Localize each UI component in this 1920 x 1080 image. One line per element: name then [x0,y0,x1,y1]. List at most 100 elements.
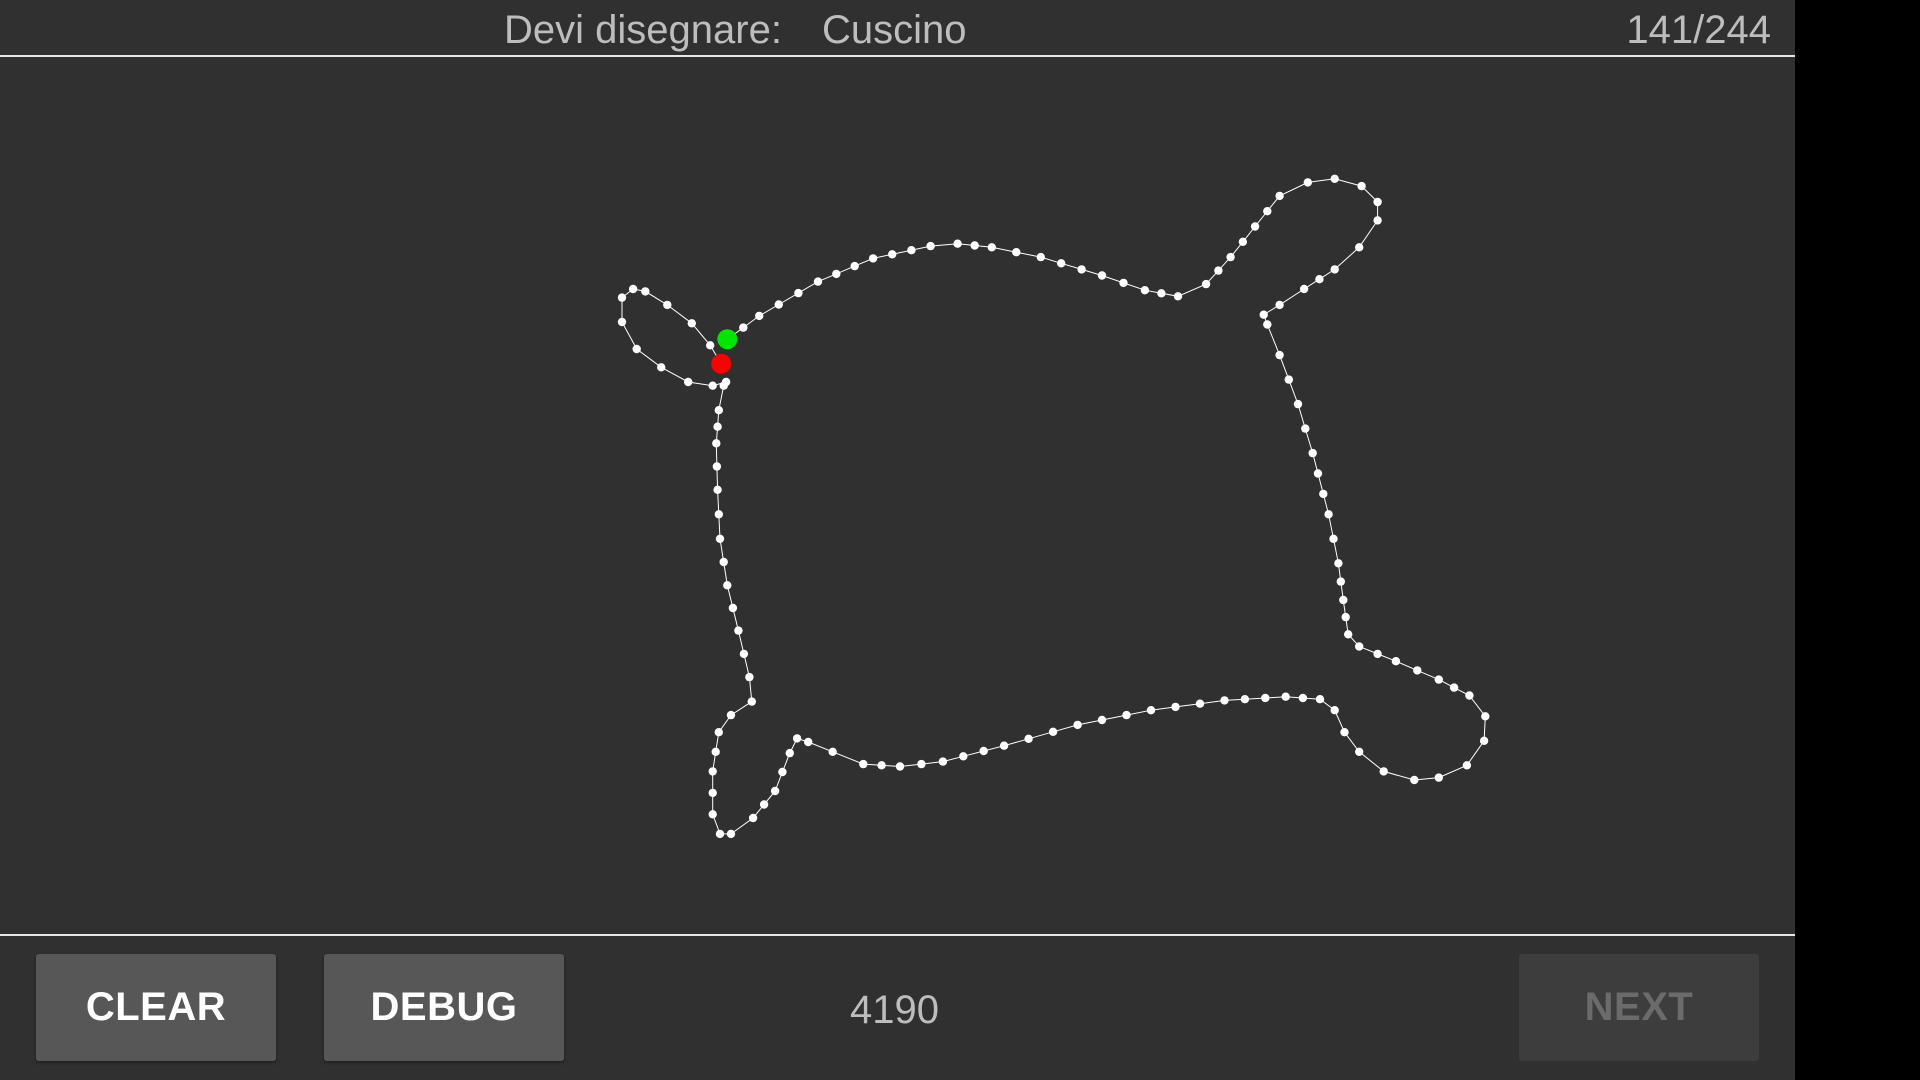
stroke-point [1293,399,1303,409]
stroke-point [1201,279,1211,289]
stroke-point [632,344,641,354]
stroke-point [1220,696,1229,705]
stroke-point [1357,181,1366,191]
stroke-point [1140,286,1150,295]
stroke-point [1263,207,1272,216]
stroke-point [792,734,802,743]
stroke-point [1097,271,1107,280]
stroke-point [1334,559,1343,568]
stroke-point [1301,424,1310,433]
stroke-point [747,697,756,706]
stroke-point [774,300,783,309]
stroke-point [1339,595,1348,605]
stroke-point [617,293,627,302]
stroke-point [813,277,823,286]
stroke-point [1355,642,1364,651]
stroke-point [1214,266,1223,275]
stroke-point [859,759,868,769]
stroke-point [1240,695,1250,704]
stroke-point [1308,448,1317,458]
drawing-stroke-points [617,174,1490,839]
stroke-point [1195,699,1205,708]
stroke-point [1341,612,1350,622]
stroke-point [979,746,988,756]
stroke-point [708,810,717,819]
stroke-point [895,762,905,771]
drawing-stroke-layer [617,174,1490,839]
stroke-point [1024,734,1033,743]
stroke-point [1261,693,1270,703]
stroke-point [953,239,962,248]
stroke-point [1340,728,1349,737]
stroke-point [1434,675,1444,684]
stroke-point [1330,174,1339,183]
stroke-point [1410,775,1419,785]
stroke-point [713,422,722,431]
stroke-point [714,406,723,415]
stroke-point [1146,706,1156,715]
stroke-point [832,269,841,279]
stroke-point [785,748,794,758]
stroke-point [712,462,722,471]
stroke-point [708,767,717,776]
stroke-point [770,786,780,796]
stroke-point [1303,178,1313,187]
stroke-point [1324,510,1333,519]
stroke-point [877,761,886,770]
stroke-point [657,363,666,372]
stroke-point [1336,577,1346,586]
stroke-point [1012,248,1021,257]
stroke-point [1313,469,1323,478]
stroke-point [713,485,722,494]
stroke-point [1391,657,1401,666]
stroke-point [1073,720,1082,730]
footer-bar: CLEAR DEBUG 4190 NEXT [0,934,1795,1080]
stroke-point [714,728,723,737]
stroke-point [1330,706,1339,715]
stroke-point [684,377,693,387]
stroke-point [617,317,627,327]
stroke-point [1413,666,1422,675]
stroke-point [1315,275,1324,284]
stroke-point [1275,350,1284,360]
debug-button[interactable]: DEBUG [324,954,564,1061]
stroke-point [828,747,837,756]
stroke-point [987,243,996,252]
stroke-point [759,800,769,809]
stroke-point [721,377,731,387]
stroke-point [641,287,650,296]
stroke-point [712,439,721,448]
stroke-point [1319,489,1328,499]
progress-counter: 141/244 [1626,8,1771,52]
stroke-point [708,381,717,390]
stroke-point [1057,259,1066,268]
stroke-point [888,250,897,259]
stroke-point [938,757,948,766]
header-bar: Devi disegnare: Cuscino 141/244 [0,0,1795,57]
stroke-point [794,288,803,298]
stroke-point [715,534,725,543]
clear-button[interactable]: CLEAR [36,954,276,1061]
stroke-point [907,246,916,255]
stroke-point [1173,292,1183,301]
drawing-canvas[interactable] [0,57,1795,934]
stroke-point [959,752,968,761]
stroke-point [1157,289,1166,298]
stroke-point [804,737,813,747]
stroke-point [719,557,728,567]
stroke-point [868,254,878,263]
stroke-point [1315,695,1325,704]
stroke-point [748,813,758,823]
score-value: 4190 [850,988,939,1032]
next-button[interactable]: NEXT [1519,954,1759,1061]
stroke-point [1449,683,1459,692]
stroke-point [1263,320,1272,329]
stroke-point [711,747,720,756]
stroke-point [1434,773,1444,782]
stroke-point [1259,310,1268,319]
stroke-start-marker [717,329,738,350]
stroke-point [687,319,696,328]
stroke-point [755,311,764,321]
stroke-point [1275,191,1284,201]
stroke-point [1281,692,1290,701]
